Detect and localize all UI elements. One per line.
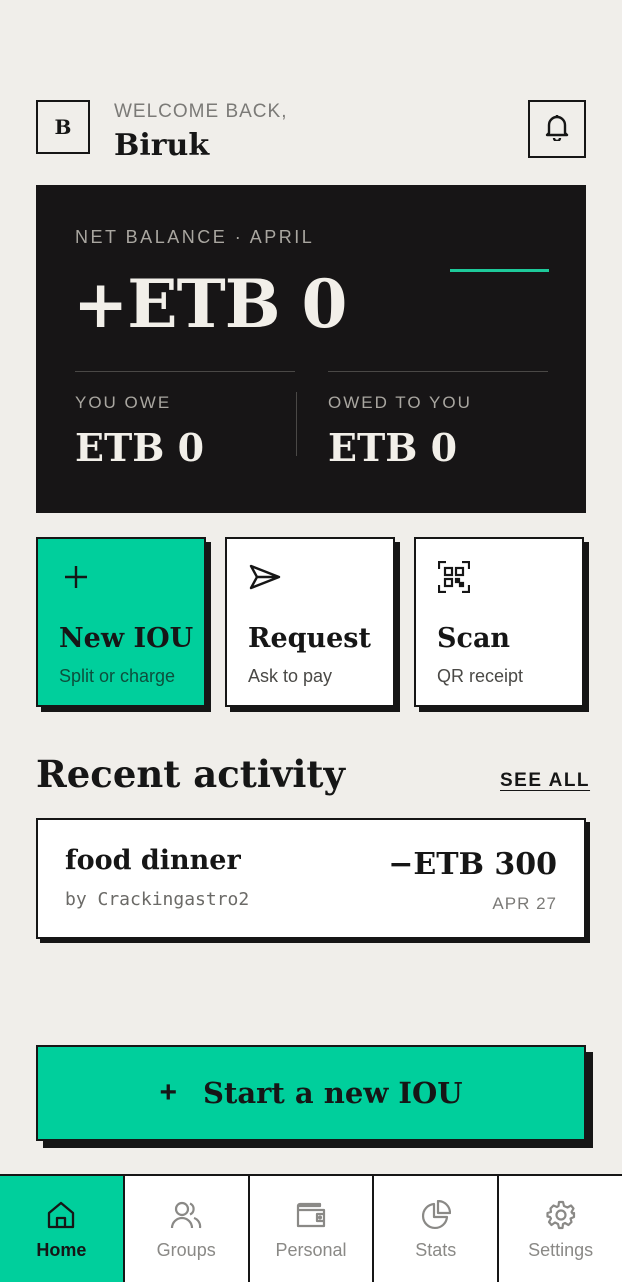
you-owe-label: YOU OWE xyxy=(75,393,172,412)
username: Biruk xyxy=(114,128,210,163)
qr-code-icon xyxy=(438,561,470,593)
pie-chart-icon xyxy=(419,1198,453,1232)
plus-icon xyxy=(60,561,92,593)
vertical-divider xyxy=(296,392,297,456)
owed-to-you-label: OWED TO YOU xyxy=(328,393,472,412)
users-icon xyxy=(169,1198,203,1232)
new-iou-tile[interactable]: New IOU Split or charge xyxy=(36,537,206,707)
divider xyxy=(75,371,295,372)
activity-author: by Crackingastro2 xyxy=(65,889,250,910)
nav-item-home[interactable]: Home xyxy=(0,1176,123,1282)
wallet-icon xyxy=(294,1198,328,1232)
start-new-iou-button[interactable]: + Start a new IOU xyxy=(36,1045,586,1141)
accent-line xyxy=(450,269,549,272)
nav-item-settings[interactable]: Settings xyxy=(497,1176,622,1282)
activity-date: APR 27 xyxy=(492,894,557,913)
tile-title: Scan xyxy=(437,623,511,654)
bell-icon xyxy=(544,113,570,146)
nav-item-stats[interactable]: Stats xyxy=(372,1176,497,1282)
gear-icon xyxy=(544,1198,578,1232)
see-all-link[interactable]: SEE ALL xyxy=(500,770,590,792)
tile-title: Request xyxy=(248,623,371,654)
nav-label: Settings xyxy=(528,1239,594,1260)
activity-title: food dinner xyxy=(65,845,241,876)
home-icon xyxy=(44,1198,78,1232)
activity-amount: −ETB 300 xyxy=(388,847,557,882)
request-tile[interactable]: Request Ask to pay xyxy=(225,537,395,707)
divider xyxy=(328,371,548,372)
tile-subtitle: Ask to pay xyxy=(248,666,333,686)
nav-label: Stats xyxy=(415,1239,457,1260)
you-owe-amount: ETB 0 xyxy=(75,425,205,470)
net-balance-label: NET BALANCE · APRIL xyxy=(75,227,315,247)
owed-to-you-amount: ETB 0 xyxy=(328,425,458,470)
plus-icon: + xyxy=(159,1076,178,1109)
tile-subtitle: Split or charge xyxy=(59,666,176,686)
scan-tile[interactable]: Scan QR receipt xyxy=(414,537,584,707)
send-icon xyxy=(249,561,281,593)
welcome-label: WELCOME BACK, xyxy=(114,101,288,122)
net-balance-amount: +ETB 0 xyxy=(73,265,347,343)
section-title: Recent activity xyxy=(36,752,346,796)
nav-item-personal[interactable]: Personal xyxy=(247,1176,373,1282)
nav-item-groups[interactable]: Groups xyxy=(122,1176,248,1282)
nav-label: Groups xyxy=(156,1239,216,1260)
tile-title: New IOU xyxy=(59,623,194,654)
notifications-button[interactable] xyxy=(528,100,586,158)
cta-label: Start a new IOU xyxy=(203,1076,463,1110)
bottom-nav: Home Groups Personal Stats Settings xyxy=(0,1174,622,1282)
list-item[interactable]: food dinner by Crackingastro2 −ETB 300 A… xyxy=(36,818,586,939)
avatar[interactable]: B xyxy=(36,100,90,154)
nav-label: Home xyxy=(36,1239,87,1260)
tile-subtitle: QR receipt xyxy=(437,666,524,686)
nav-label: Personal xyxy=(275,1239,347,1260)
balance-card: NET BALANCE · APRIL +ETB 0 YOU OWE ETB 0… xyxy=(36,185,586,513)
